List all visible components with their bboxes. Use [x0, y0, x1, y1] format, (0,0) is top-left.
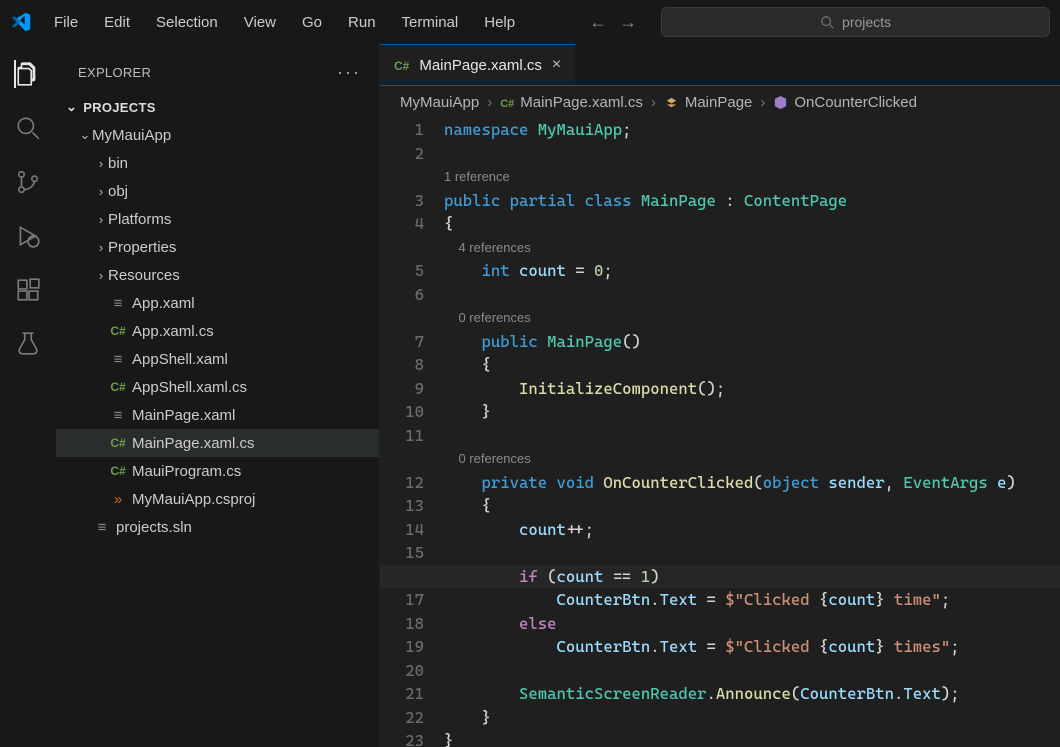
tree-label: MainPage.xaml [132, 407, 235, 424]
codelens[interactable]: 1 reference [444, 165, 1060, 189]
csharp-file-icon: C# [394, 57, 409, 74]
codelens[interactable]: 0 references [444, 447, 1060, 471]
nav-arrows: ← → [589, 12, 637, 33]
menu-run[interactable]: Run [336, 8, 388, 37]
nav-forward-icon[interactable]: → [619, 12, 637, 33]
tree-label: Platforms [108, 211, 171, 228]
menu-edit[interactable]: Edit [92, 8, 142, 37]
code-content[interactable]: namespace MyMauiApp; 1 reference public … [444, 118, 1060, 747]
tab-label: MainPage.xaml.cs [419, 57, 542, 74]
activity-extensions-icon[interactable] [14, 276, 42, 304]
tree-file[interactable]: C# MauiProgram.cs [56, 457, 379, 485]
tree-file[interactable]: ≡AppShell.xaml [56, 345, 379, 373]
chevron-right-icon: › [94, 184, 108, 199]
tree-label: Properties [108, 239, 176, 256]
chevron-right-icon: › [94, 268, 108, 283]
editor-pane: C# MainPage.xaml.cs × MyMauiApp › C#Main… [380, 44, 1060, 747]
vscode-logo-icon [10, 11, 32, 33]
tree-label: MyMauiApp.csproj [132, 491, 255, 508]
menu-selection[interactable]: Selection [144, 8, 230, 37]
activity-scm-icon[interactable] [14, 168, 42, 196]
xaml-file-icon: ≡ [108, 351, 128, 368]
tree-folder[interactable]: ›Properties [56, 233, 379, 261]
activity-testing-icon[interactable] [14, 330, 42, 358]
chevron-right-icon: › [94, 212, 108, 227]
tree-label: MauiProgram.cs [132, 463, 241, 480]
line-number-gutter: 1 2 3 4 5 6 7 8 9 10 11 12 13 14 15 16 [380, 118, 444, 747]
tree-folder[interactable]: ›bin [56, 149, 379, 177]
tree-label: AppShell.xaml.cs [132, 379, 247, 396]
tree-label: MainPage.xaml.cs [132, 435, 255, 452]
breadcrumbs[interactable]: MyMauiApp › C#MainPage.xaml.cs › MainPag… [380, 86, 1060, 118]
chevron-right-icon: › [94, 240, 108, 255]
activity-explorer-icon[interactable] [14, 60, 42, 88]
activity-search-icon[interactable] [14, 114, 42, 142]
chevron-down-icon: ⌄ [66, 99, 77, 115]
csharp-file-icon: C# [108, 324, 128, 338]
command-center-search[interactable]: projects [661, 7, 1050, 37]
tree-file[interactable]: C# AppShell.xaml.cs [56, 373, 379, 401]
tree-label: App.xaml [132, 295, 195, 312]
csharp-file-icon: C# [108, 464, 128, 478]
tree-file[interactable]: ≡projects.sln [56, 513, 379, 541]
tree-folder-root[interactable]: ⌄ MyMauiApp [56, 121, 379, 149]
breadcrumb-segment[interactable]: MyMauiApp [400, 94, 479, 111]
csharp-file-icon: C# [500, 94, 514, 111]
editor-tab-active[interactable]: C# MainPage.xaml.cs × [380, 44, 576, 85]
menu-file[interactable]: File [42, 8, 90, 37]
menu-go[interactable]: Go [290, 8, 334, 37]
class-icon [664, 95, 679, 110]
explorer-section[interactable]: ⌄ PROJECTS [56, 93, 379, 121]
title-bar: File Edit Selection View Go Run Terminal… [0, 0, 1060, 44]
chevron-down-icon: ⌄ [78, 127, 92, 143]
explorer-sidebar: EXPLORER ··· ⌄ PROJECTS ⌄ MyMauiApp ›bin… [56, 44, 380, 747]
xaml-file-icon: ≡ [108, 295, 128, 312]
tree-label: App.xaml.cs [132, 323, 214, 340]
tree-label: projects.sln [116, 519, 192, 536]
editor-tabbar: C# MainPage.xaml.cs × [380, 44, 1060, 86]
file-tree: ⌄ MyMauiApp ›bin ›obj ›Platforms ›Proper… [56, 121, 379, 541]
tree-label: AppShell.xaml [132, 351, 228, 368]
breadcrumb-segment[interactable]: OnCounterClicked [794, 94, 917, 111]
search-placeholder: projects [842, 14, 891, 30]
tree-folder[interactable]: ›obj [56, 177, 379, 205]
tree-file-active[interactable]: C# MainPage.xaml.cs [56, 429, 379, 457]
search-icon [820, 15, 834, 29]
tree-file[interactable]: »MyMauiApp.csproj [56, 485, 379, 513]
tree-label: obj [108, 183, 128, 200]
csproj-file-icon: » [108, 491, 128, 508]
tree-label: bin [108, 155, 128, 172]
xaml-file-icon: ≡ [108, 407, 128, 424]
tree-folder[interactable]: ›Platforms [56, 205, 379, 233]
code-editor[interactable]: 1 2 3 4 5 6 7 8 9 10 11 12 13 14 15 16 [380, 118, 1060, 747]
tree-file[interactable]: ≡MainPage.xaml [56, 401, 379, 429]
explorer-title: EXPLORER [78, 65, 151, 80]
menu-terminal[interactable]: Terminal [390, 8, 471, 37]
activity-debug-icon[interactable] [14, 222, 42, 250]
tree-label: Resources [108, 267, 180, 284]
tree-file[interactable]: C# App.xaml.cs [56, 317, 379, 345]
method-icon [773, 95, 788, 110]
breadcrumb-segment[interactable]: MainPage.xaml.cs [520, 94, 643, 111]
breadcrumb-segment[interactable]: MainPage [685, 94, 753, 111]
chevron-right-icon: › [94, 156, 108, 171]
activity-bar [0, 44, 56, 747]
tree-label: MyMauiApp [92, 127, 171, 144]
tree-folder[interactable]: ›Resources [56, 261, 379, 289]
nav-back-icon[interactable]: ← [589, 12, 607, 33]
explorer-more-icon[interactable]: ··· [337, 62, 361, 83]
codelens[interactable]: 0 references [444, 306, 1060, 330]
close-icon[interactable]: × [552, 56, 561, 74]
menu-help[interactable]: Help [472, 8, 527, 37]
explorer-section-label: PROJECTS [83, 100, 155, 115]
codelens[interactable]: 4 references [444, 236, 1060, 260]
csharp-file-icon: C# [108, 380, 128, 394]
csharp-file-icon: C# [108, 436, 128, 450]
menu-view[interactable]: View [232, 8, 288, 37]
tree-file[interactable]: ≡App.xaml [56, 289, 379, 317]
sln-file-icon: ≡ [92, 519, 112, 536]
